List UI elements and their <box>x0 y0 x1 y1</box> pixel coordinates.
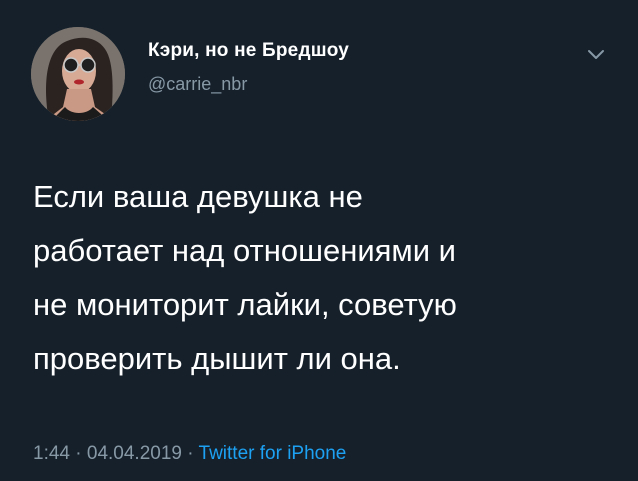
tweet-text: Если ваша девушка не работает над отноше… <box>33 170 613 386</box>
tweet-meta: 1:44 · 04.04.2019 · Twitter for iPhone <box>33 443 346 465</box>
tweet-text-line: Если ваша девушка не <box>33 179 363 214</box>
tweet-text-line: проверить дышит ли она. <box>33 341 401 376</box>
author-handle[interactable]: @carrie_nbr <box>148 74 247 95</box>
author-display-name[interactable]: Кэри, но не Бредшоу <box>148 40 349 62</box>
tweet-date[interactable]: 04.04.2019 <box>87 443 182 464</box>
tweet-text-line: не мониторит лайки, советую <box>33 287 457 322</box>
avatar[interactable] <box>31 27 125 121</box>
tweet-time[interactable]: 1:44 <box>33 443 70 464</box>
tweet-text-line: работает над отношениями и <box>33 233 456 268</box>
meta-separator: · <box>75 443 82 464</box>
chevron-down-icon[interactable] <box>584 44 608 64</box>
meta-separator: · <box>187 443 194 464</box>
tweet-source-link[interactable]: Twitter for iPhone <box>199 443 347 464</box>
